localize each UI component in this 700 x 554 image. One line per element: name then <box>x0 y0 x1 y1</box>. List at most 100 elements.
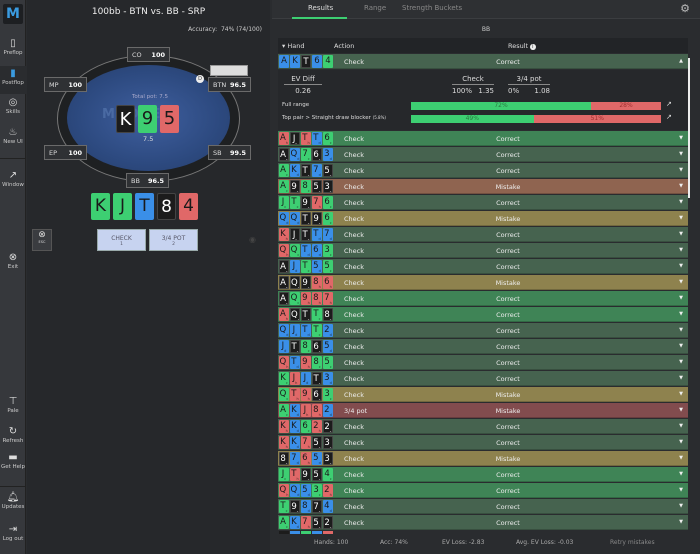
card-7s: 7s <box>312 500 322 513</box>
table-row[interactable]: Jc Tc 9s 7h 6c Check Correct ▼ <box>278 195 688 210</box>
sidebar-item-exit[interactable]: ⊗ Exit <box>0 252 26 270</box>
caret-down-icon[interactable]: ▼ <box>679 279 683 285</box>
card-Qd: Qd <box>290 212 300 225</box>
esc-button[interactable]: ⊗ ESC <box>32 229 52 251</box>
row-action: Check <box>344 439 364 447</box>
caret-down-icon[interactable]: ▼ <box>679 167 683 173</box>
table-row[interactable]: Qd Qd Ts 9s 6c Check Mistake ▼ <box>278 211 688 226</box>
table-row[interactable]: As Jd Tc 5d 5c Check Correct ▼ <box>278 259 688 274</box>
card-8h: 8h <box>312 292 322 305</box>
table-row[interactable]: Kh Kd 6c 2h 2s Check Correct ▼ <box>278 419 688 434</box>
sidebar-item-get-help[interactable]: ▬ Get Help <box>0 452 26 470</box>
sidebar-item-preflop[interactable]: ▯ Preflop <box>0 38 26 56</box>
table-row[interactable]: Qd Jd Td Tc 2d Check Correct ▼ <box>278 323 688 338</box>
caret-down-icon[interactable]: ▼ <box>679 263 683 269</box>
caret-down-icon[interactable]: ▼ <box>679 327 683 333</box>
caret-down-icon[interactable]: ▼ <box>679 295 683 301</box>
check-button[interactable]: CHECK 1 <box>97 229 146 251</box>
table-row[interactable]: Ac Kd Ts 7d 5s Check Correct ▼ <box>278 163 688 178</box>
row-action: Check <box>344 151 364 159</box>
sidebar-item-window[interactable]: ↗ Window <box>0 170 26 188</box>
caret-down-icon[interactable]: ▼ <box>679 359 683 365</box>
table-row[interactable]: As Qd 7c 6s 3d Check Correct ▼ <box>278 147 688 162</box>
tab-strength-buckets[interactable]: Strength Buckets <box>402 4 462 12</box>
caret-down-icon[interactable]: ▼ <box>679 391 683 397</box>
caret-down-icon[interactable]: ▼ <box>679 503 683 509</box>
tab-results[interactable]: Results <box>308 4 333 12</box>
caret-down-icon[interactable]: ▼ <box>679 199 683 205</box>
tab-range[interactable]: Range <box>364 4 386 12</box>
table-row[interactable]: Ac 9s 8c 5s 3s Check Mistake ▼ <box>278 179 688 194</box>
caret-down-icon[interactable]: ▼ <box>679 151 683 157</box>
caret-down-icon[interactable]: ▼ <box>679 135 683 141</box>
caret-down-icon[interactable]: ▼ <box>679 343 683 349</box>
open-external-icon[interactable]: ↗ <box>666 100 672 108</box>
table-row[interactable]: Jc Th 9s 5s 4c Check Correct ▼ <box>278 467 688 482</box>
app-logo[interactable]: M <box>3 4 23 24</box>
sidebar-item-refresh[interactable]: ↻ Refresh <box>0 426 26 444</box>
table-row[interactable]: Ah Qs Ts Tc 8s Check Correct ▼ <box>278 307 688 322</box>
card-2d: 2d <box>323 404 333 417</box>
bet-3-4-pot-button[interactable]: 3/4 POT 2 <box>149 229 198 251</box>
table-row[interactable]: Tc 9s 8d 7s 4d Check Correct ▼ <box>278 499 688 514</box>
table-row[interactable]: Jd Ts 8c 6s 5d Check Correct ▼ <box>278 339 688 354</box>
row-action: Check <box>344 183 364 191</box>
table-row[interactable]: Kc Jh Jd Ts 3d Check Correct ▼ <box>278 371 688 386</box>
sidebar-item-log-out[interactable]: ⇥ Log out <box>0 524 26 542</box>
ev-loss: EV Loss: -2.83 <box>442 539 485 546</box>
table-row[interactable]: Ac Kd 7h 5s 2s Check Correct ▼ <box>278 515 688 530</box>
caret-down-icon[interactable]: ▼ <box>679 247 683 253</box>
row-result: Correct <box>496 263 520 271</box>
caret-down-icon[interactable]: ▼ <box>679 519 683 525</box>
retry-mistakes-button[interactable]: Retry mistakes <box>610 539 655 546</box>
card-5s: 5s <box>312 436 322 449</box>
table-row[interactable]: Kh Kd 7h 5s 3s Check Correct ▼ <box>278 435 688 450</box>
caret-down-icon[interactable]: ▼ <box>679 215 683 221</box>
sidebar-item-postflop[interactable]: ▮ Postflop <box>0 66 26 94</box>
caret-down-icon[interactable]: ▼ <box>679 231 683 237</box>
gear-icon[interactable]: ⚙ <box>680 2 690 15</box>
table-row[interactable]: Qc Th 9h 6s 3c Check Mistake ▼ <box>278 387 688 402</box>
row-action: Check <box>344 519 364 527</box>
sidebar-item-pale[interactable]: ⊤ Pale <box>0 396 26 414</box>
caret-down-icon[interactable]: ▼ <box>679 423 683 429</box>
eye-icon[interactable]: ◉ <box>249 235 256 244</box>
caret-down-icon[interactable]: ▼ <box>679 183 683 189</box>
table-row[interactable]: Qh Qd 5d 3c 2h Check Correct ▼ <box>278 483 688 498</box>
table-row[interactable]: Kh Js Ts Td 7d Check Correct ▼ <box>278 227 688 242</box>
expanded-row[interactable]: AKT64 Check Correct ▲ <box>278 54 688 69</box>
caret-down-icon[interactable]: ▼ <box>679 375 683 381</box>
sidebar-item-updates[interactable]: 🔔︎ Updates <box>0 492 26 510</box>
scrollbar-thumb[interactable] <box>688 58 690 198</box>
card-8s: 8s <box>279 452 289 465</box>
card-7d: 7d <box>290 452 300 465</box>
caret-down-icon[interactable]: ▼ <box>679 407 683 413</box>
table-row[interactable]: As Qs 9s 8h 6h Check Mistake ▼ <box>278 275 688 290</box>
table-row[interactable]: Qh Qc Td 6d 3c Check Correct ▼ <box>278 243 688 258</box>
table-row[interactable]: As Qc 9h 8h 7h Check Correct ▼ <box>278 291 688 306</box>
caret-down-icon[interactable]: ▼ <box>679 311 683 317</box>
caret-down-icon[interactable]: ▼ <box>679 471 683 477</box>
row-result: Correct <box>496 167 520 175</box>
sidebar-item-skills[interactable]: ◎ Skills <box>0 97 26 115</box>
sidebar-item-new-ui[interactable]: ♨ New UI <box>0 127 26 145</box>
caret-down-icon[interactable]: ▼ <box>679 455 683 461</box>
table-row[interactable]: Qh Td 9h 8c 5c Check Correct ▼ <box>278 355 688 370</box>
hand-cards: Tc 9s 8d 7s 4d <box>279 500 333 513</box>
card-Jd: Jd <box>290 324 300 337</box>
card-5h: 5 <box>160 105 179 133</box>
row-action: Check <box>344 58 364 66</box>
caret-down-icon[interactable]: ▼ <box>679 439 683 445</box>
open-external-icon[interactable]: ↗ <box>666 113 672 121</box>
card-Tc: Tc <box>312 308 322 321</box>
card-Kd: Kd <box>290 404 300 417</box>
table-row[interactable]: 8s 7d 6h 5d 3s Check Mistake ▼ <box>278 451 688 466</box>
table-row[interactable]: Ac Kd Jh 8h 2d 3/4 pot Mistake ▼ <box>278 403 688 418</box>
row-action: Check <box>344 215 364 223</box>
hand-header[interactable]: ▾ Hand <box>282 42 304 50</box>
table-row[interactable]: Ah Js Th Td 6c Check Correct ▼ <box>278 131 688 146</box>
caret-down-icon[interactable]: ▼ <box>679 487 683 493</box>
caret-up-icon[interactable]: ▲ <box>679 58 683 64</box>
card-Kh: Kh <box>279 420 289 433</box>
row-result: Correct <box>496 503 520 511</box>
